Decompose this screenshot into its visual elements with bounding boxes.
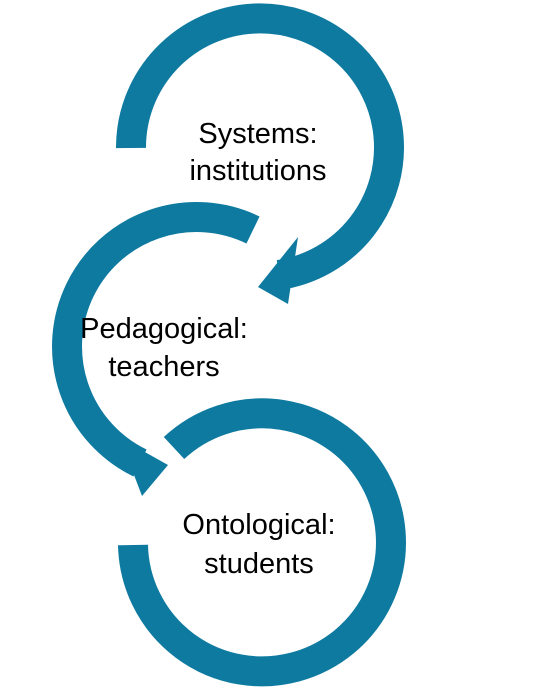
cycle-ontological-title: Ontological: (182, 509, 335, 541)
cycle-pedagogical: Pedagogical: teachers (52, 202, 260, 496)
cycle-ontological: Ontological: students (118, 398, 406, 687)
cycle-systems: Systems: institutions (115, 3, 404, 304)
cycle-systems-arrowhead (258, 237, 298, 304)
cycle-diagram: Systems: institutions Pedagogical: teach… (52, 3, 406, 687)
cycle-ontological-arc (118, 398, 406, 687)
cycle-pedagogical-title: Pedagogical: (80, 313, 248, 345)
cycle-pedagogical-subtitle: teachers (108, 351, 219, 383)
cycle-systems-subtitle: institutions (189, 155, 326, 187)
cycle-ontological-subtitle: students (204, 548, 314, 580)
cycle-systems-title: Systems: (198, 118, 317, 150)
